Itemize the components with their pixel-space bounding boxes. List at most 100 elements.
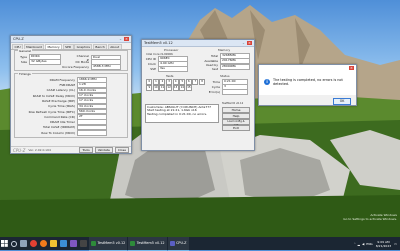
dialog-footer: OK <box>259 95 356 105</box>
taskbar-item-cpuz[interactable]: CPU-Z <box>167 236 189 251</box>
close-button[interactable]: × <box>247 41 252 45</box>
explorer-icon[interactable] <box>49 240 57 247</box>
memory-row: Used by test 28000Mb <box>200 63 250 71</box>
clock-time: 9:09 AM <box>377 239 390 244</box>
status-row: Error(s) <box>208 89 248 95</box>
timing-label: Command Rate (CR) <box>44 114 75 119</box>
cpuz-title: CPU-Z <box>13 37 24 41</box>
taskbar-item-label: TestMem5 v0.12 <box>97 241 126 245</box>
timing-label: Cycle Time (tRAS) <box>48 104 75 109</box>
status-label: Error(s) <box>208 89 220 94</box>
taskbar-item-testmem-2[interactable]: TestMem5 v0.12 <box>128 236 167 251</box>
windows-icon <box>1 240 8 247</box>
watermark-line: Go to Settings to activate Windows. <box>343 217 397 222</box>
system-tray: ˄ ▂ ◀ ENG 9:09 AM 8/21/2023 ▭ <box>354 240 400 248</box>
test-cell: 1 <box>152 79 159 85</box>
taskbar-item-label: TestMem5 v0.12 <box>136 241 165 245</box>
close-button[interactable]: × <box>349 66 354 70</box>
clock-date: 8/21/2023 <box>375 243 392 248</box>
taskbar-item-testmem[interactable]: TestMem5 v0.12 <box>89 236 128 251</box>
test-cell: 8 <box>199 79 206 85</box>
network-icon[interactable]: ▂ <box>358 242 360 246</box>
test-cell: 5 <box>179 79 186 85</box>
log-line: Testing completed in 0:21:00, no errors. <box>147 112 208 117</box>
test-cell: 2 <box>159 79 166 85</box>
chevron-up-icon[interactable]: ˄ <box>354 242 356 246</box>
status-label: Status <box>220 74 230 78</box>
clock[interactable]: 9:09 AM 8/21/2023 <box>376 240 391 248</box>
size-label: Size <box>20 59 27 64</box>
timing-value <box>77 130 107 136</box>
timing-label: Total CAS# (tRDRAM) <box>43 125 75 130</box>
processor-value: Yes <box>158 66 188 72</box>
dialog-message: The testing is completed, no errors is n… <box>273 78 343 86</box>
store-icon[interactable] <box>69 240 77 247</box>
cpuz-window: CPU-Z – × CPU Mainboard Memory SPD Graph… <box>10 35 132 154</box>
test-cell: 3 <box>166 79 173 85</box>
test-cell: 11 <box>159 85 166 91</box>
cpuz-version: Ver. 2.02.0.x64 <box>28 148 51 152</box>
memory-value: 28000Mb <box>220 64 250 70</box>
start-button[interactable] <box>0 237 9 250</box>
test-cell: 15 <box>185 85 192 91</box>
tab-spd[interactable]: SPD <box>62 44 74 49</box>
testmem-window: TestMem5 v0.12 – × Processor Intel Core … <box>141 39 255 151</box>
test-cell: 9 <box>146 85 153 91</box>
validate-button[interactable]: Validate <box>94 147 113 153</box>
testmem-titlebar[interactable]: TestMem5 v0.12 – × <box>142 40 254 47</box>
processor-label: SSE <box>150 66 156 71</box>
tab-about[interactable]: About <box>107 44 122 49</box>
chrome-icon[interactable] <box>29 240 37 247</box>
media-icon[interactable] <box>59 240 67 247</box>
timing-label: DRAM Idle Timer <box>50 120 75 125</box>
timing-row: Row To Column (tRCD) <box>25 130 107 136</box>
timing-label: DRAM Frequency <box>49 77 75 82</box>
tab-memory[interactable]: Memory <box>44 44 63 49</box>
notification-icon[interactable]: ▭ <box>394 242 397 246</box>
timing-label: Row To Column (tRCD) <box>41 130 75 135</box>
terminal-icon[interactable] <box>79 240 87 247</box>
uncore-label: Uncore Frequency <box>61 64 89 69</box>
search-icon[interactable] <box>10 240 17 247</box>
test-grid: 0 1 2 3 4 5 6 7 8 9 10 11 12 13 14 15 <box>146 79 206 91</box>
timing-label: FSB:DRAM <box>59 83 75 88</box>
cpuz-titlebar[interactable]: CPU-Z – × <box>11 36 131 43</box>
memory-label: Used by test <box>205 63 218 71</box>
close-dialog-button[interactable]: Close <box>114 147 129 153</box>
exit-button[interactable]: Exit <box>222 125 250 131</box>
cpuz-icon <box>169 240 175 246</box>
testmem-title: TestMem5 v0.12 <box>144 41 173 45</box>
info-icon: i <box>264 79 270 85</box>
testmem-icon <box>91 240 96 246</box>
minimize-button[interactable]: – <box>241 41 246 45</box>
language-indicator[interactable]: ENG <box>366 242 372 246</box>
test-cell: 0 <box>146 79 153 85</box>
cpuz-footer: CPU-Z Ver. 2.02.0.x64 Tools Validate Clo… <box>11 146 131 153</box>
ok-button[interactable]: OK <box>333 97 351 105</box>
timing-label: Row Refresh Cycle Time (tRFC) <box>28 109 75 114</box>
close-button[interactable]: × <box>124 37 129 41</box>
tab-graphics[interactable]: Graphics <box>74 44 93 49</box>
cpuz-logo: CPU-Z <box>13 147 26 153</box>
minimize-button[interactable]: – <box>118 37 123 41</box>
testmem-icon <box>130 240 136 246</box>
tab-bench[interactable]: Bench <box>92 44 108 49</box>
timings-group: Timings DRAM Frequency 1866.9 MHz FSB:DRAM… <box>14 71 128 138</box>
memory-label: Memory <box>218 48 231 52</box>
tests-label: Tests <box>166 74 174 78</box>
timing-label: RAS# Precharge (tRP) <box>42 98 75 103</box>
volume-icon[interactable]: ◀ <box>362 242 364 246</box>
task-view-icon[interactable] <box>19 240 27 247</box>
general-group: General Type DDR4 Channel # Dual Size 32… <box>14 48 128 71</box>
test-cell: 4 <box>172 79 179 85</box>
completion-dialog: × i The testing is completed, no errors … <box>258 64 357 106</box>
activation-watermark: Activate Windows Go to Settings to activ… <box>343 214 397 222</box>
test-cell: 13 <box>172 85 179 91</box>
firefox-icon[interactable] <box>39 240 47 247</box>
test-cell: 10 <box>152 85 159 91</box>
timing-label: RAS# to CAS# Delay (tRCD) <box>32 93 75 98</box>
status-value <box>222 89 248 95</box>
tools-button[interactable]: Tools <box>79 147 93 153</box>
test-cell: 7 <box>192 79 199 85</box>
timing-label: CAS# Latency (CL) <box>46 88 75 93</box>
